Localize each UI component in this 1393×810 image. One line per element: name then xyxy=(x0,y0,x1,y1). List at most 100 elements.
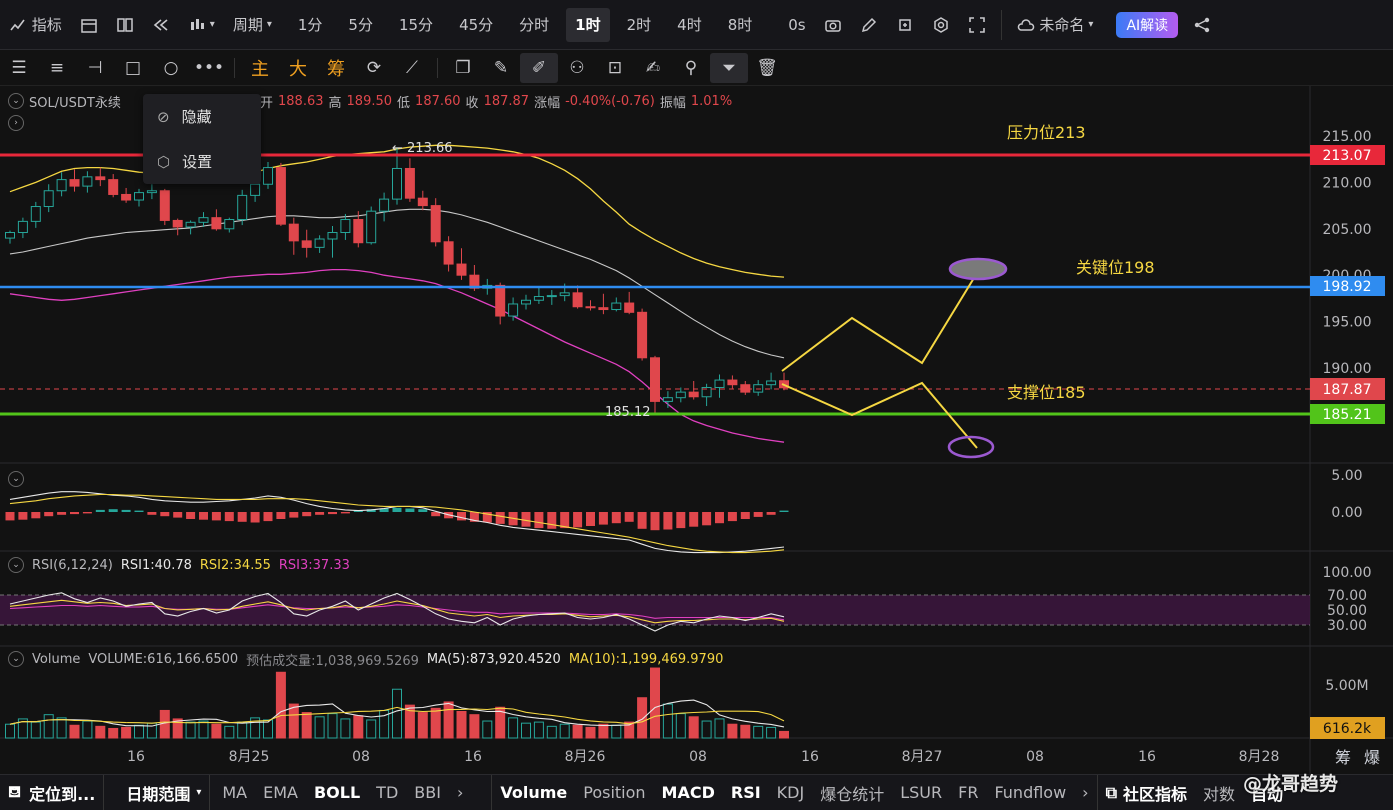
macd-bar xyxy=(727,512,737,522)
edit-tool[interactable]: ✍ xyxy=(634,53,672,83)
scroll-right-icon[interactable]: › xyxy=(449,775,471,810)
candle-body xyxy=(82,176,93,187)
main-indicator-ema[interactable]: EMA xyxy=(255,775,306,810)
delete-tool[interactable]: 🗑 xyxy=(748,53,786,83)
interval-5分[interactable]: 5分 xyxy=(339,8,382,42)
lines-tool[interactable]: ≡ xyxy=(38,53,76,83)
main-indicator-boll[interactable]: BOLL xyxy=(306,775,368,810)
lock-tool[interactable]: ⊡ xyxy=(596,53,634,83)
tab-chips[interactable]: 筹 xyxy=(317,53,355,83)
interval-1时[interactable]: 1时 xyxy=(566,7,610,42)
sub-indicator-fr[interactable]: FR xyxy=(950,775,986,810)
tab-big[interactable]: 大 xyxy=(279,53,317,83)
candle[interactable] xyxy=(237,189,248,226)
price-tick: 190.00 xyxy=(1323,361,1372,377)
chart-canvas[interactable]: 压力位213 关键位198 支撑位185 ← 213.66 185.12 215… xyxy=(0,86,1393,774)
sub-indicator-kdj[interactable]: KDJ xyxy=(769,775,813,810)
main-indicator-td[interactable]: TD xyxy=(368,775,406,810)
menu-tool[interactable]: ☰ xyxy=(0,53,38,83)
interval-2时[interactable]: 2时 xyxy=(618,8,661,42)
candle-body xyxy=(198,217,209,223)
chart-type-button[interactable]: ▾ xyxy=(179,8,224,42)
volume-bar xyxy=(430,707,441,739)
interval-4时[interactable]: 4时 xyxy=(668,8,711,42)
magnet-tool[interactable]: ⚲ xyxy=(672,53,710,83)
rect-tool[interactable]: □ xyxy=(114,53,152,83)
layout-button[interactable] xyxy=(107,8,143,42)
more-tools[interactable]: ••• xyxy=(190,53,228,83)
tab-main[interactable]: 主 xyxy=(241,53,279,83)
brush-tool[interactable]: ✎ xyxy=(482,53,520,83)
log-scale-toggle[interactable]: 对数 xyxy=(1195,775,1243,810)
add-chart-button[interactable] xyxy=(887,8,923,42)
time-tick: 16 xyxy=(1138,749,1156,765)
sub-indicator-rsi[interactable]: RSI xyxy=(723,775,769,810)
share-button[interactable] xyxy=(1184,8,1220,42)
community-indicators-button[interactable]: ⧉ 社区指标 xyxy=(1098,775,1195,810)
top-toolbar: 指标 ▾ 周期 ▾ 1分 5分 15分 45分 分时 1时 2时 4时 8时 0s 未命名 ▾ AI… xyxy=(0,0,1393,50)
chart-settings-button[interactable] xyxy=(923,8,959,42)
date-range-dropdown[interactable]: 日期范围 ▾ xyxy=(104,775,209,810)
filter-tool[interactable]: ⏷ xyxy=(710,52,748,83)
layout-name-label: 未命名 xyxy=(1039,16,1085,34)
sub-indicator-volume[interactable]: Volume xyxy=(492,775,575,810)
pattern-icon: ⚇ xyxy=(569,57,585,78)
collapse-icon[interactable]: ⌄ xyxy=(8,93,24,109)
pattern-tool[interactable]: ⚇ xyxy=(558,53,596,83)
scroll-right-icon[interactable]: › xyxy=(1074,775,1096,810)
sub-indicator-position[interactable]: Position xyxy=(575,775,653,810)
volume-collapse-icon[interactable]: ⌄ xyxy=(8,651,24,667)
replay-button[interactable] xyxy=(143,8,179,42)
rsi-collapse-icon[interactable]: ⌄ xyxy=(8,557,24,573)
interval-45分[interactable]: 45分 xyxy=(450,8,502,42)
ellipse-tool[interactable]: ○ xyxy=(152,53,190,83)
interval-8时[interactable]: 8时 xyxy=(719,8,762,42)
layout-name-dropdown[interactable]: 未命名 ▾ xyxy=(1008,8,1103,42)
macd-bar xyxy=(624,512,634,522)
add-window-icon xyxy=(896,16,914,34)
hline-tool[interactable]: ⊣ xyxy=(76,53,114,83)
volume-bar xyxy=(662,703,673,739)
candle[interactable] xyxy=(637,308,648,361)
calendar-button[interactable] xyxy=(71,8,107,42)
settings-menu-item[interactable]: ⬡ 设置 xyxy=(143,139,261,184)
candle-body xyxy=(30,206,41,222)
sync-tool[interactable]: ⟳ xyxy=(355,53,393,83)
candle[interactable] xyxy=(159,188,170,226)
interval-1分[interactable]: 1分 xyxy=(289,8,332,42)
ruler-tool[interactable]: ⟋ xyxy=(393,53,431,83)
candle-body xyxy=(353,219,364,244)
liquidation-corner[interactable]: 爆 xyxy=(1364,748,1380,767)
main-indicator-ma[interactable]: MA xyxy=(214,775,255,810)
macd-collapse-icon[interactable]: ⌄ xyxy=(8,471,24,487)
rsi2-value: RSI2:34.55 xyxy=(199,557,271,573)
sub-indicator-fundflow[interactable]: Fundflow xyxy=(986,775,1074,810)
volume-bar xyxy=(766,726,777,739)
copy-tool[interactable]: ❐ xyxy=(444,53,482,83)
ai-button[interactable]: AI解读 xyxy=(1116,11,1179,38)
candle[interactable] xyxy=(430,198,441,247)
period-dropdown[interactable]: 周期 ▾ xyxy=(224,8,281,42)
chevron-down-icon: ▾ xyxy=(266,19,272,30)
interval-分时[interactable]: 分时 xyxy=(510,8,558,42)
candle[interactable] xyxy=(275,162,286,227)
draw-button[interactable] xyxy=(851,8,887,42)
sub-indicator-macd[interactable]: MACD xyxy=(654,775,723,810)
chips-corner[interactable]: 筹 xyxy=(1335,748,1351,767)
screenshot-button[interactable] xyxy=(815,8,851,42)
interval-group: 1分 5分 15分 45分 分时 1时 2时 4时 8时 xyxy=(289,7,762,42)
main-indicator-bbi[interactable]: BBI xyxy=(406,775,449,810)
macd-bar xyxy=(340,512,350,514)
sub-indicator-lsur[interactable]: LSUR xyxy=(892,775,950,810)
fullscreen-button[interactable] xyxy=(959,8,995,42)
hide-menu-item[interactable]: ⊘ 隐藏 xyxy=(143,94,261,139)
highlighter-tool[interactable]: ✐ xyxy=(520,52,558,83)
expand-icon[interactable]: › xyxy=(8,115,24,131)
candle-body xyxy=(379,198,390,212)
sub-indicator-爆仓统计[interactable]: 爆仓统计 xyxy=(812,775,892,810)
indicators-button[interactable]: 指标 xyxy=(0,8,71,42)
target-ellipse-up[interactable] xyxy=(948,257,1008,281)
locate-button[interactable]: ⛾ 定位到... xyxy=(0,775,103,810)
interval-15分[interactable]: 15分 xyxy=(390,8,442,42)
candle[interactable] xyxy=(366,206,377,245)
